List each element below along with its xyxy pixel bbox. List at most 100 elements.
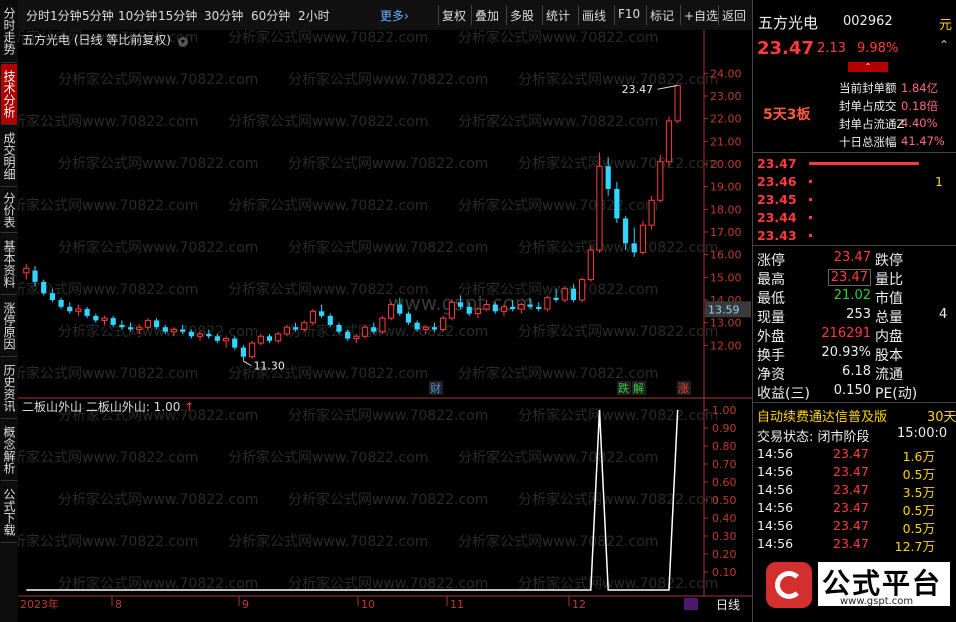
left-tab-6[interactable]: 历史资讯 [1,358,17,419]
tick-price: 23.47 [833,482,869,497]
quote-value-2: 4 [939,307,948,322]
candle-body [405,313,412,323]
quote-value: 216291 [821,326,871,341]
quote-label-2: 总量 [875,310,903,326]
candle-body [154,320,160,328]
watermark-text: 分析家公式网www.70822.com [18,533,198,550]
indicator-tick-label: 1.00 [712,404,737,417]
period-4[interactable]: 15分钟 [158,7,197,24]
tool-6[interactable]: 标记 [650,7,674,24]
event-marker: 涨 [678,382,689,395]
period-7[interactable]: 2小时 [298,7,330,24]
chevron-down-icon[interactable]: ▾ [177,37,188,47]
tool-3[interactable]: 统计 [546,7,570,24]
kline-chart[interactable]: 分析家公式网www.70822.com 分析家公式网www.70822.com 分析… [18,30,752,622]
watermark-text: 分析家公式网www.70822.com [518,239,718,256]
last-price: 23.47 [757,38,814,59]
candle-body [605,166,611,189]
tool-2[interactable]: 多股 [510,7,534,24]
period-0[interactable]: 分时 [26,7,50,24]
candle-body [518,304,525,310]
event-marker: 财 [430,381,441,395]
price-tick-label: 18.00 [710,203,742,216]
candle-body [336,324,342,332]
quote-label: 收益(三) [757,386,810,402]
tick-volume: 1.6万 [902,449,935,464]
seal-label: 当前封单额 [839,81,897,95]
quote-label: 换手 [757,348,785,364]
tick-time: 14:56 [757,446,794,461]
more-periods-button[interactable]: 更多› [380,7,409,24]
tool-1[interactable]: 叠加 [475,7,499,24]
candle-body [127,327,134,330]
toolbar-separator [506,5,507,25]
collapse-icon[interactable]: ⌃ [848,62,888,72]
candle-body [75,308,82,312]
left-tab-8[interactable]: 公式下载 [1,482,17,543]
more-icon[interactable]: ⌃ [939,38,949,52]
quote-value: 20.93% [821,345,871,360]
candle-body [240,347,247,357]
candle-body [361,326,369,337]
tool-5[interactable]: F10 [618,7,640,21]
quote-label: 涨停 [757,253,785,269]
period-5[interactable]: 30分钟 [204,7,243,24]
seal-label: 封单占流通Z [839,117,905,131]
renew-ad-link[interactable]: 自动续费通达信普及版 [757,406,887,425]
watermark-text: 分析家公式网www.70822.com [18,113,198,130]
order-price: 23.45 [757,192,797,207]
quote-value: 23.47 [827,269,871,286]
settings-icon[interactable]: 元 [939,14,952,33]
period-3[interactable]: 10分钟 [118,7,157,24]
gspt-logo: 公式平台 www.gspt.com [766,560,952,612]
main-chart-title: 五方光电 (日线 等比前复权) ▾ [22,31,188,48]
candle-body [466,306,472,314]
left-tab-0[interactable]: 分时走势 [1,0,17,63]
tool-8[interactable]: 返回 [722,7,746,24]
candle-body [614,188,620,219]
toolbar-separator [614,5,615,25]
seal-label: 封单占成交 [839,99,897,113]
period-6[interactable]: 60分钟 [251,7,290,24]
watermark-text: 分析家公式网www.70822.com [18,365,198,382]
order-volume-bar [809,180,812,183]
watermark-text: 分析家公式网www.70822.com [58,71,258,88]
top-toolbar: 分时 1分钟 5分钟 10分钟 15分钟 30分钟 60分钟 2小时 更多› 复权 叠加 多股 统计 画线… [18,0,752,31]
left-tab-1[interactable]: 技术分析 [1,64,17,125]
candle-body [222,338,230,342]
renew-ad-days[interactable]: 30天 [927,406,956,425]
candle-body [440,317,447,330]
date-label: 12 [572,598,586,611]
period-1[interactable]: 1分钟 [50,7,82,24]
candle-body [510,306,516,310]
candle-body [206,334,212,337]
watermark-text: 分析家公式网www.70822.com [288,155,488,172]
order-price: 23.43 [757,228,797,243]
tool-4[interactable]: 画线 [582,7,606,24]
candle-body [527,304,533,307]
candle-body [483,304,490,310]
order-qty: 1 [935,174,943,189]
left-tab-5[interactable]: 涨停原因 [1,296,17,357]
seal-value: 41.47% [901,134,945,148]
candle-body [474,308,482,315]
left-tab-4[interactable]: 基本资料 [1,234,17,295]
candle-body [353,335,360,340]
candle-body [500,306,508,312]
candle-body [544,297,551,310]
watermark-text: 分析家公式网www.70822.com [228,197,428,214]
period-label[interactable]: 日线 [716,596,740,613]
left-tab-3[interactable]: 分价表 [1,188,17,233]
event-marker: 跌 [618,381,629,395]
left-tab-7[interactable]: 概念解析 [1,420,17,481]
date-label: 8 [115,598,122,611]
tool-7[interactable]: +自选 [684,7,718,24]
tool-0[interactable]: 复权 [442,7,466,24]
left-tab-2[interactable]: 成交明细 [1,126,17,187]
watermark-text: 分析家公式网www.70822.com [518,491,718,508]
watermark-text: 分析家公式网www.70822.com [18,449,198,466]
price-change: 2.13 [817,41,846,56]
quote-label: 外盘 [757,329,785,345]
scroll-end-handle[interactable] [684,598,698,610]
period-2[interactable]: 5分钟 [82,7,114,24]
